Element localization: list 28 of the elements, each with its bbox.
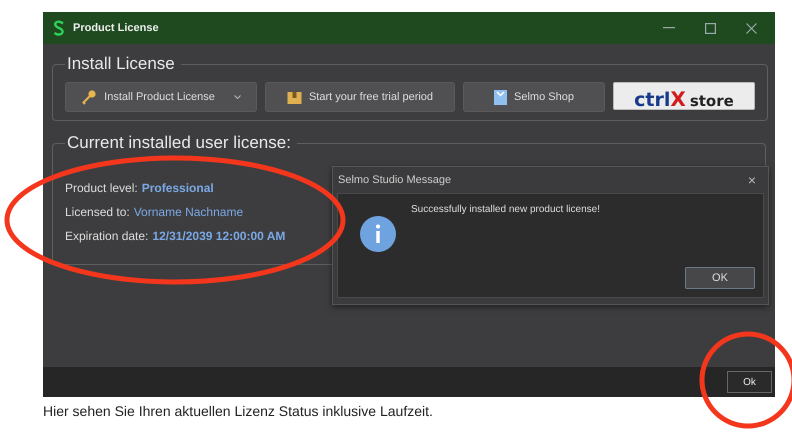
box-icon xyxy=(286,90,302,104)
maximize-icon[interactable] xyxy=(705,22,716,34)
group-title: Current installed user license: xyxy=(66,133,292,153)
ok-button[interactable]: OK xyxy=(685,267,755,289)
store-button[interactable]: ctrlX store xyxy=(613,82,755,110)
minimize-icon[interactable] xyxy=(663,27,675,29)
shopping-bag-icon xyxy=(494,90,508,104)
ok-button[interactable]: Ok xyxy=(727,371,772,393)
close-icon[interactable] xyxy=(746,22,757,34)
key-icon xyxy=(81,89,98,105)
dialog-title: Selmo Studio Message xyxy=(338,174,452,186)
shop-button[interactable]: Selmo Shop xyxy=(463,82,605,112)
field-label: Expiration date: xyxy=(65,229,148,243)
trial-button[interactable]: Start your free trial period xyxy=(265,82,455,112)
field-value: Vorname Nachname xyxy=(134,205,244,219)
group-title: Install License xyxy=(66,54,176,74)
caret-icon xyxy=(234,95,241,99)
field-label: Product level: xyxy=(65,181,138,195)
install-dropdown-button[interactable]: Install Product License xyxy=(65,82,257,112)
field-label: Licensed to: xyxy=(65,205,130,219)
caption: Hier sehen Sie Ihren aktuellen Lizenz Status inklusive Laufzeit. xyxy=(43,403,434,419)
s-logo-icon xyxy=(53,20,65,36)
field-value: 12/31/2039 12:00:00 AM xyxy=(152,229,286,243)
field-value: Professional xyxy=(142,181,214,195)
info-icon xyxy=(360,216,396,252)
close-button[interactable]: × xyxy=(748,172,756,188)
window-title: Product License xyxy=(73,22,159,34)
dialog-message: Successfully installed new product license! xyxy=(411,204,600,215)
